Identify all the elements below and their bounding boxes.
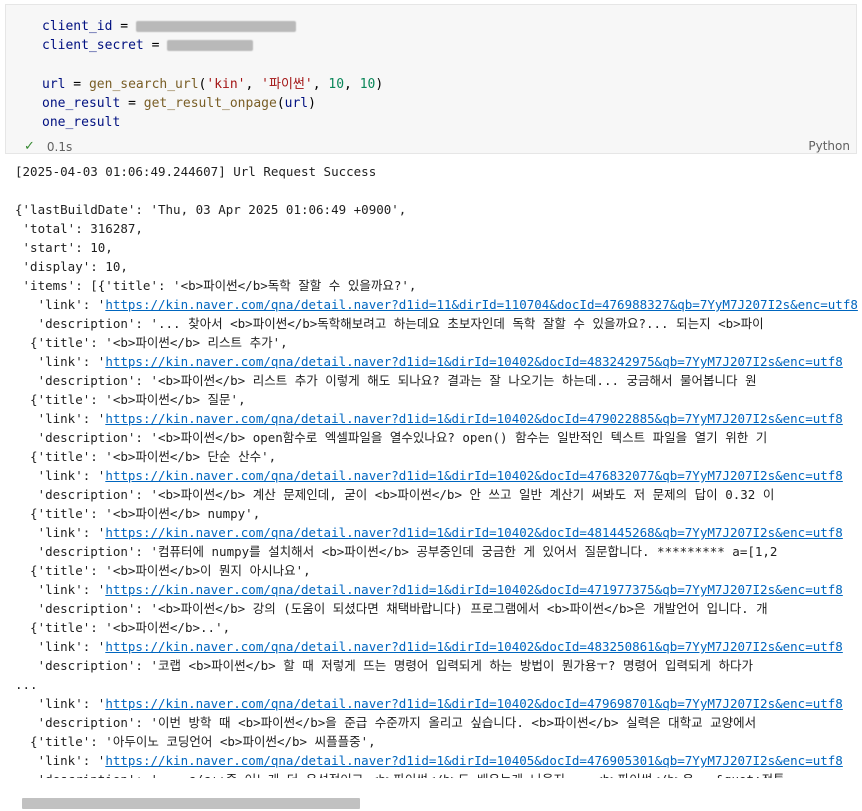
output-line: 'description': '... 찾아서 <b>파이썬</b>독학해보려고… (15, 316, 764, 331)
output-line: {'title': '<b>파이썬</b>..', (15, 620, 231, 635)
output-line: 'link': 'https://kin.naver.com/qna/detai… (15, 751, 860, 770)
output-line: 'display': 10, (15, 259, 128, 274)
output-link[interactable]: https://kin.naver.com/qna/detail.naver?d… (105, 297, 858, 312)
output-line: 'description': '<b>파이썬</b> 계산 문제인데, 굳이 <… (15, 487, 775, 502)
output-line: 'start': 10, (15, 240, 113, 255)
output-text: 'link': ' (15, 468, 106, 483)
output-line: {'title': '<b>파이썬</b> 질문', (15, 392, 246, 407)
output-link[interactable]: https://kin.naver.com/qna/detail.naver?d… (105, 753, 843, 768)
code-paren: ( (276, 96, 285, 112)
output-text: 'link': ' (15, 525, 106, 540)
code-line[interactable] (42, 56, 383, 75)
output-line: 'description': '이번 방학 때 <b>파이썬</b>을 준급 수… (15, 715, 757, 730)
horizontal-scrollbar[interactable] (0, 795, 862, 811)
output-line: [2025-04-03 01:06:49.244607] Url Request… (15, 164, 377, 179)
code-line[interactable]: client_secret = (42, 36, 383, 55)
output-line: 'link': 'https://kin.naver.com/qna/detai… (15, 409, 860, 428)
output-line: 'description': '... c/c++중 어느게 더 우선적이고 <… (15, 770, 860, 778)
code-variable: one_result (42, 115, 121, 131)
output-text: 'link': ' (15, 696, 106, 711)
code-operator: = (112, 19, 136, 34)
code-line[interactable]: url = gen_search_url('kin', '파이썬', 10, 1… (42, 75, 383, 94)
output-line: ... (15, 677, 38, 692)
redacted-value (167, 40, 254, 52)
scrollbar-thumb[interactable] (22, 798, 360, 809)
code-editor[interactable]: client_id = client_secret = url = gen_se… (42, 17, 383, 133)
language-label[interactable]: Python (808, 139, 850, 153)
output-line: 'total': 316287, (15, 221, 143, 236)
code-variable: url (42, 76, 66, 92)
output-line: 'items': [{'title': '<b>파이썬</b>독학 잘할 수 있… (15, 278, 417, 293)
code-operator: = (143, 38, 168, 54)
output-text: 'link': ' (15, 354, 106, 369)
check-icon: ✓ (24, 139, 35, 154)
output-line: {'title': '<b>파이썬</b>이 뭔지 아시나요', (15, 563, 311, 578)
code-function: get_result_onpage (143, 96, 277, 112)
code-argument: 10 (359, 76, 376, 92)
output-link[interactable]: https://kin.naver.com/qna/detail.naver?d… (105, 525, 843, 540)
code-line[interactable]: client_id = (42, 17, 383, 36)
output-line: 'link': 'https://kin.naver.com/qna/detai… (15, 295, 860, 314)
exec-time: 0.1s (46, 139, 73, 154)
code-paren: ) (375, 76, 384, 92)
code-argument: 'kin' (206, 76, 246, 92)
code-variable: one_result (42, 96, 121, 112)
output-line: 'description': '<b>파이썬</b> 리스트 추가 이렇게 해도… (15, 373, 757, 388)
output-line: 'link': 'https://kin.naver.com/qna/detai… (15, 352, 860, 371)
output-text: 'link': ' (15, 297, 106, 312)
code-comma: , (312, 76, 329, 92)
output-text: 'link': ' (15, 411, 106, 426)
output-line: 'link': 'https://kin.naver.com/qna/detai… (15, 523, 860, 542)
code-variable: client_id (42, 19, 113, 34)
redacted-value (135, 21, 296, 32)
output-line: {'title': '아두이노 코딩언어 <b>파이썬</b> 씨플플중', (15, 734, 376, 749)
output-line: {'lastBuildDate': 'Thu, 03 Apr 2025 01:0… (15, 202, 407, 217)
code-argument: '파이썬' (261, 76, 313, 92)
output-line: {'title': '<b>파이썬</b> numpy', (15, 506, 261, 521)
output-link[interactable]: https://kin.naver.com/qna/detail.naver?d… (105, 696, 843, 711)
output-link[interactable]: https://kin.naver.com/qna/detail.naver?d… (105, 582, 843, 597)
output-link[interactable]: https://kin.naver.com/qna/detail.naver?d… (105, 354, 843, 369)
output-link[interactable]: https://kin.naver.com/qna/detail.naver?d… (105, 468, 843, 483)
output-line: 'link': 'https://kin.naver.com/qna/detai… (15, 637, 860, 656)
cell-output: [2025-04-03 01:06:49.244607] Url Request… (15, 162, 860, 778)
output-text: 'link': ' (15, 753, 106, 768)
code-line[interactable]: one_result = get_result_onpage(url) (42, 94, 383, 113)
output-text: 'link': ' (15, 582, 106, 597)
output-line: 'description': '<b>파이썬</b> 강의 (도움이 되셨다면 … (15, 601, 768, 616)
cell-status: ✓ 0.1s (24, 139, 72, 154)
output-line: 'description': '코랩 <b>파이썬</b> 할 때 저렇게 뜨는… (15, 658, 754, 673)
code-argument: url (284, 96, 309, 112)
output-link[interactable]: https://kin.naver.com/qna/detail.naver?d… (105, 411, 843, 426)
code-operator: = (65, 76, 89, 92)
output-line: 'link': 'https://kin.naver.com/qna/detai… (15, 466, 860, 485)
code-cell[interactable]: client_id = client_secret = url = gen_se… (5, 4, 857, 154)
code-function: gen_search_url (88, 76, 199, 92)
output-line: 'description': '<b>파이썬</b> open함수로 엑셀파일을… (15, 430, 768, 445)
code-paren: ) (308, 96, 316, 112)
output-line: 'link': 'https://kin.naver.com/qna/detai… (15, 580, 860, 599)
code-variable: client_secret (42, 38, 144, 54)
output-line: 'description': '컴퓨터에 numpy를 설치해서 <b>파이썬<… (15, 544, 778, 559)
output-line: {'title': '<b>파이썬</b> 리스트 추가', (15, 335, 288, 350)
code-line[interactable]: one_result (42, 113, 383, 132)
code-argument: 10 (328, 76, 345, 92)
output-link[interactable]: https://kin.naver.com/qna/detail.naver?d… (105, 639, 843, 654)
output-text: 'link': ' (15, 639, 106, 654)
code-comma: , (245, 76, 262, 92)
output-line: 'link': 'https://kin.naver.com/qna/detai… (15, 694, 860, 713)
code-comma: , (344, 76, 360, 92)
code-operator: = (120, 96, 144, 112)
output-line: {'title': '<b>파이썬</b> 단순 산수', (15, 449, 277, 464)
